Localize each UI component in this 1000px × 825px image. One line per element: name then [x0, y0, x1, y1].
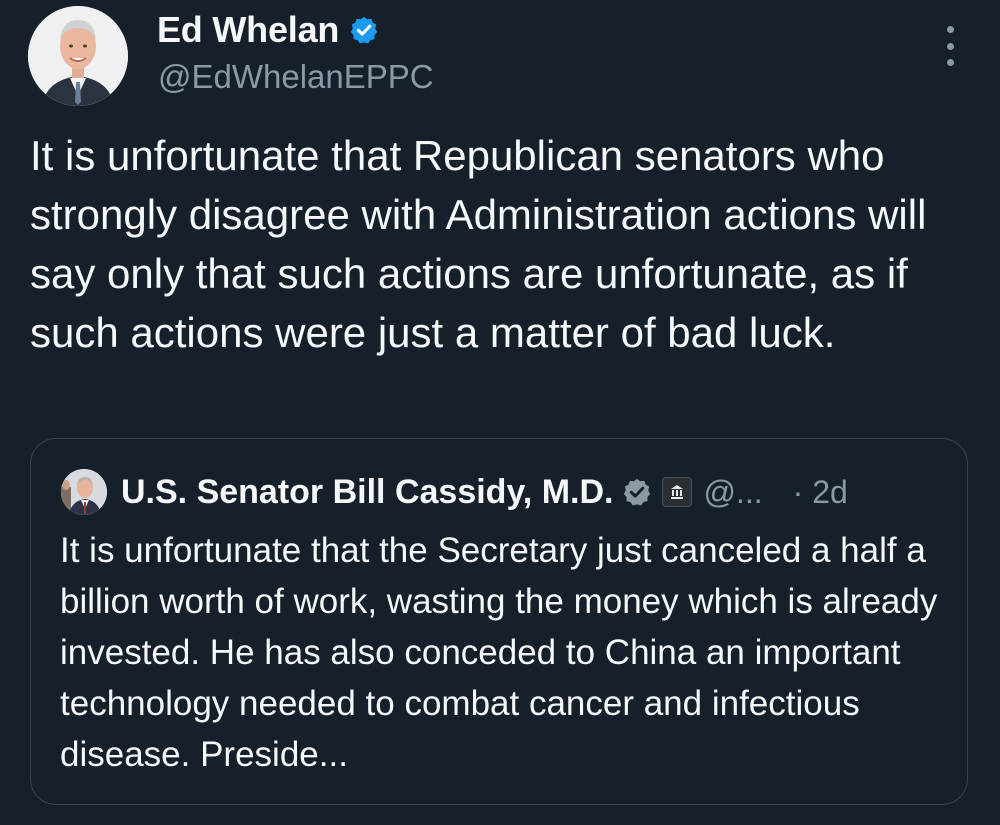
quoted-timestamp[interactable]: · 2d — [793, 474, 848, 511]
author-name-row: Ed Whelan — [157, 8, 379, 52]
verified-badge-icon — [622, 477, 652, 507]
quoted-tweet[interactable]: U.S. Senator Bill Cassidy, M.D. @... · 2… — [30, 438, 968, 805]
government-building-icon — [661, 477, 692, 507]
tweet-text: It is unfortunate that Republican senato… — [30, 132, 927, 356]
quoted-handle[interactable]: @... — [704, 474, 763, 511]
dot — [946, 42, 954, 50]
author-avatar[interactable] — [28, 6, 128, 106]
quoted-tweet-text: It is unfortunate that the Secretary jus… — [60, 531, 938, 774]
author-display-name[interactable]: Ed Whelan — [157, 9, 339, 51]
dot — [946, 26, 954, 33]
quoted-display-name[interactable]: U.S. Senator Bill Cassidy, M.D. — [121, 473, 614, 512]
tweet[interactable]: Ed Whelan @EdWhelanEPPC It is unfortunat… — [0, 0, 1000, 825]
author-handle[interactable]: @EdWhelanEPPC — [158, 58, 434, 96]
quoted-header: U.S. Senator Bill Cassidy, M.D. @... · 2… — [121, 465, 848, 519]
quoted-author-avatar[interactable] — [61, 469, 107, 515]
verified-badge-icon — [349, 15, 379, 45]
more-options-icon[interactable] — [936, 26, 964, 66]
dot — [946, 59, 954, 66]
